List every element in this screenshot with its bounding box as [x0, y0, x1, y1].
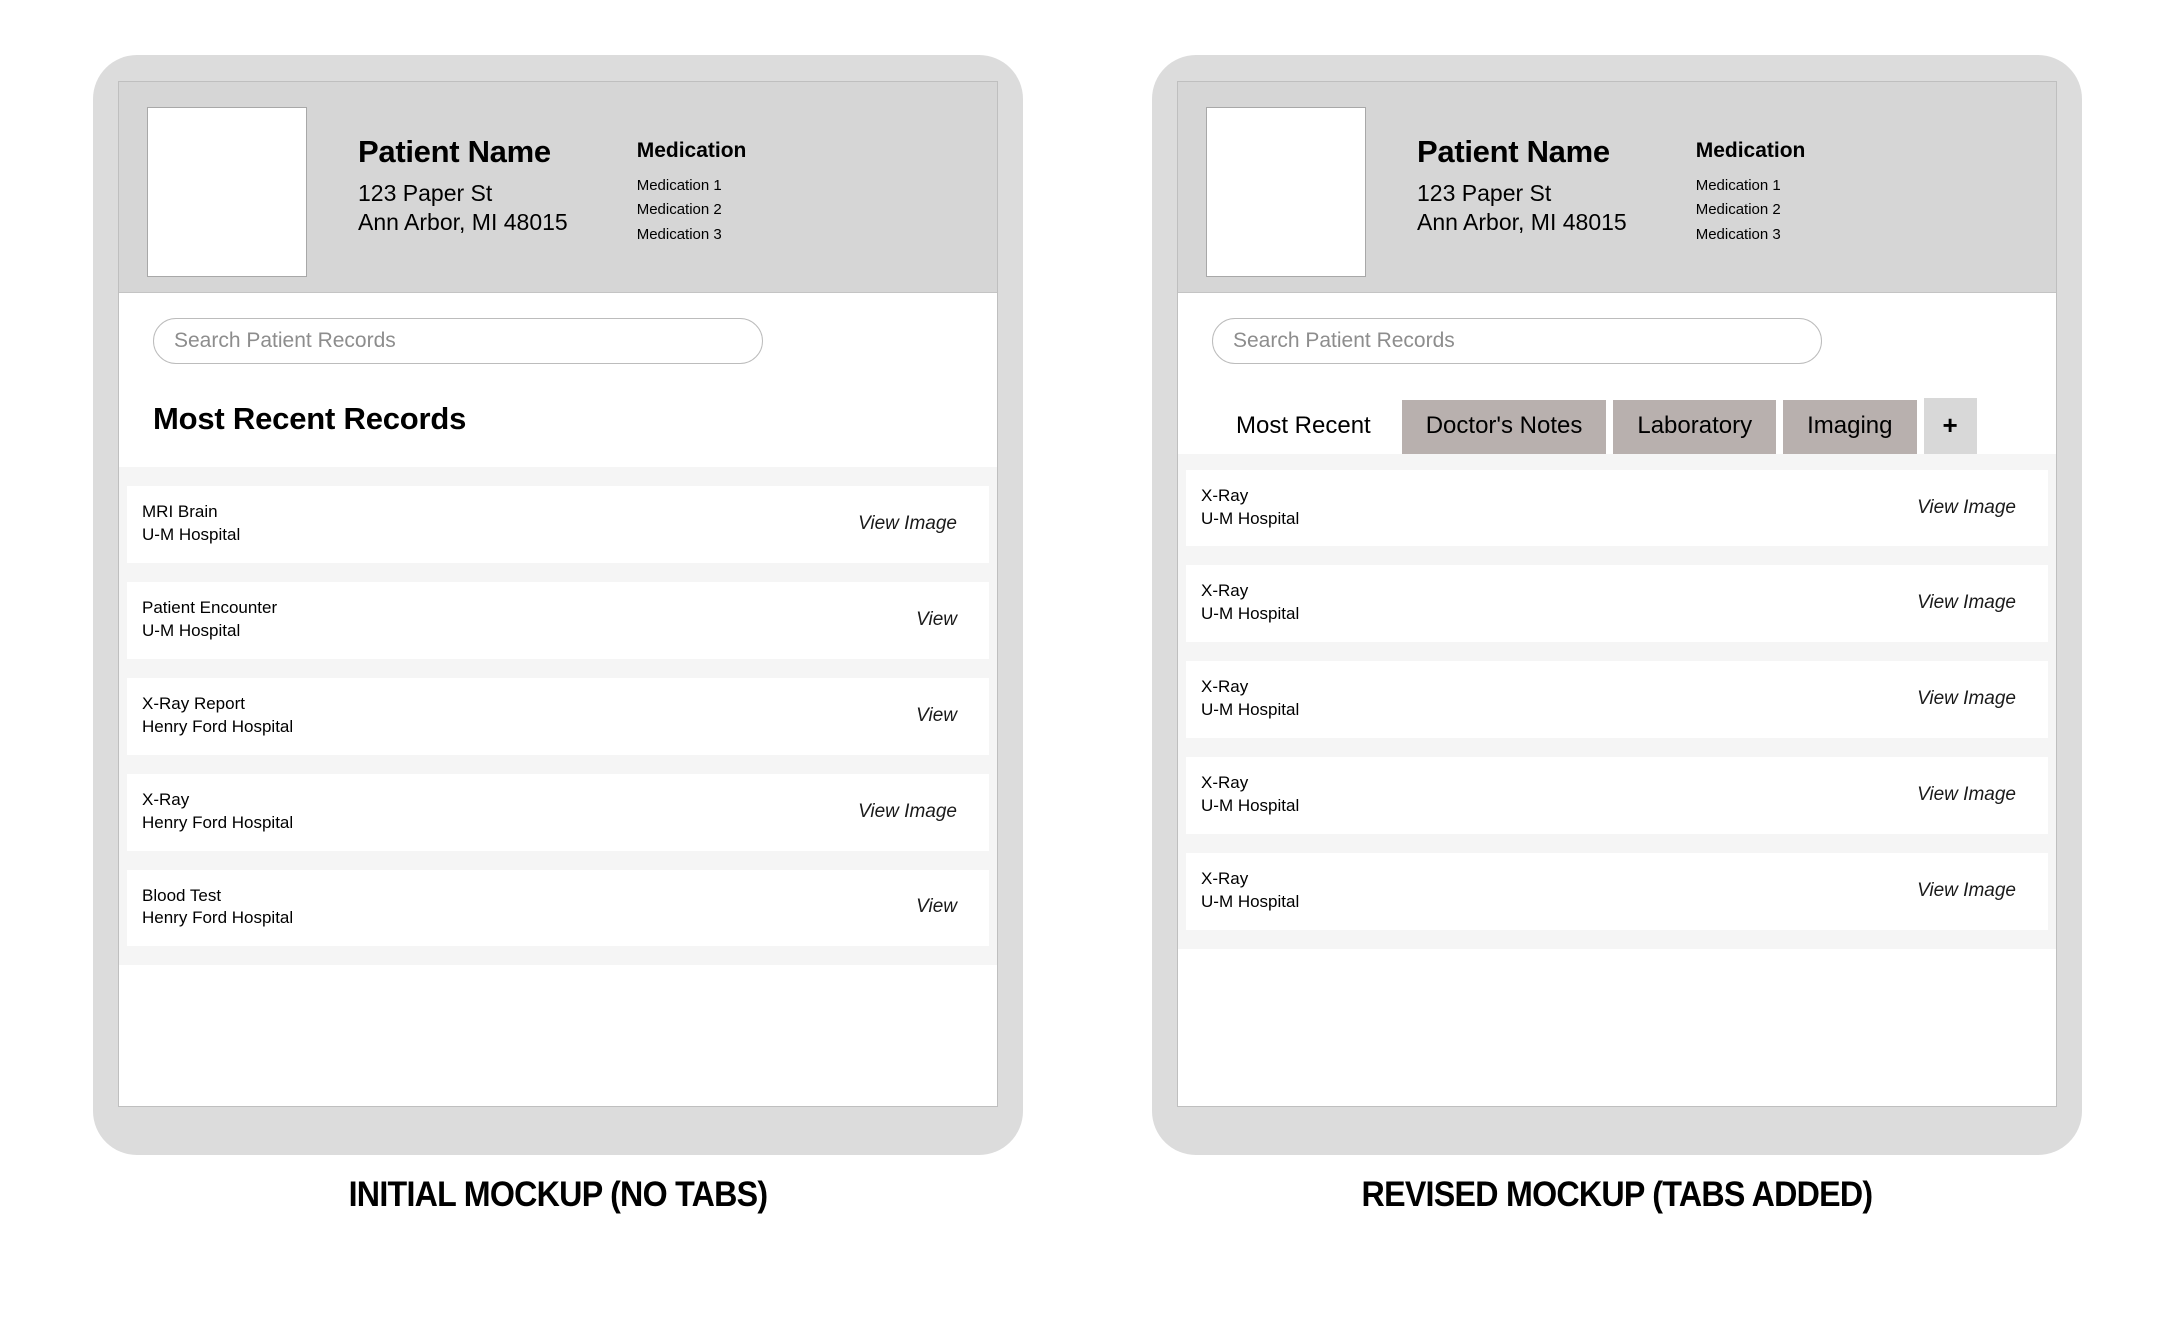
tablet-mockup-initial: Patient Name 123 Paper St Ann Arbor, MI …: [93, 55, 1023, 1155]
tablet-screen: Patient Name 123 Paper St Ann Arbor, MI …: [118, 81, 998, 1107]
record-row[interactable]: MRI Brain U-M Hospital View Image: [127, 486, 989, 563]
tab-doctors-notes[interactable]: Doctor's Notes: [1401, 400, 1607, 454]
record-action-link[interactable]: View Image: [858, 513, 961, 535]
patient-address-line1: 123 Paper St: [1417, 179, 1552, 206]
record-title: X-Ray: [1201, 485, 1249, 505]
record-list: MRI Brain U-M Hospital View Image Patien…: [119, 467, 997, 966]
patient-identity: Patient Name 123 Paper St Ann Arbor, MI …: [358, 107, 568, 238]
patient-address-line1: 123 Paper St: [358, 179, 493, 206]
record-action-link[interactable]: View: [916, 705, 961, 727]
record-row[interactable]: X-Ray U-M Hospital View Image: [1186, 853, 2048, 930]
medication-panel: Medication Medication 1 Medication 2 Med…: [1696, 107, 1806, 247]
medication-title: Medication: [1695, 139, 1806, 162]
medication-item: Medication 1: [1695, 177, 1781, 194]
record-action-link[interactable]: View Image: [1917, 688, 2020, 710]
tab-laboratory[interactable]: Laboratory: [1613, 400, 1777, 454]
patient-name: Patient Name: [1417, 134, 1610, 169]
medication-item: Medication 2: [1695, 201, 1781, 219]
patient-address-line2: Ann Arbor, MI 48015: [358, 209, 568, 236]
record-title: X-Ray: [1201, 677, 1249, 697]
medication-item: Medication 1: [636, 177, 722, 194]
record-action-link[interactable]: View: [916, 896, 961, 918]
record-row[interactable]: Patient Encounter U-M Hospital View: [127, 581, 989, 659]
medication-item: Medication 3: [1695, 225, 1781, 243]
record-title: X-Ray Report: [142, 693, 245, 713]
patient-photo-placeholder: [1206, 107, 1366, 277]
record-title: MRI Brain: [142, 502, 218, 521]
tab-imaging[interactable]: Imaging: [1783, 400, 1917, 454]
record-action-link[interactable]: View Image: [1917, 497, 2020, 519]
record-row[interactable]: X-Ray U-M Hospital View Image: [1186, 565, 2048, 643]
medication-item: Medication 3: [636, 225, 722, 243]
record-action-link[interactable]: View Image: [1917, 880, 2020, 902]
record-source: Henry Ford Hospital: [142, 716, 294, 736]
search-bar-container: [1178, 293, 2056, 364]
patient-header: Patient Name 123 Paper St Ann Arbor, MI …: [119, 82, 997, 293]
caption-initial-mockup: INITIAL MOCKUP (NO TABS): [348, 1175, 769, 1214]
record-title: Patient Encounter: [142, 597, 278, 617]
screen-body: Most Recent Doctor's Notes Laboratory Im…: [1178, 293, 2056, 949]
search-input[interactable]: [153, 318, 763, 364]
search-bar-container: [119, 293, 997, 364]
add-tab-button[interactable]: +: [1923, 398, 1977, 454]
medication-title: Medication: [636, 139, 747, 162]
record-title: X-Ray: [1201, 581, 1249, 601]
screen-body: Most Recent Records MRI Brain U-M Hospit…: [119, 293, 997, 966]
record-source: Henry Ford Hospital: [142, 812, 294, 832]
tab-most-recent[interactable]: Most Recent: [1212, 400, 1395, 454]
tablet-screen: Patient Name 123 Paper St Ann Arbor, MI …: [1177, 81, 2057, 1107]
record-list: X-Ray U-M Hospital View Image X-Ray U-M …: [1178, 453, 2056, 949]
record-source: U-M Hospital: [1201, 796, 1300, 816]
record-row[interactable]: X-Ray U-M Hospital View Image: [1186, 757, 2048, 835]
patient-address-line2: Ann Arbor, MI 48015: [1417, 209, 1627, 236]
caption-revised-mockup: REVISED MOCKUP (TABS ADDED): [1361, 1175, 1874, 1214]
record-title: X-Ray: [142, 789, 190, 809]
record-source: U-M Hospital: [1201, 604, 1300, 624]
record-source: U-M Hospital: [142, 524, 241, 544]
tablet-mockup-revised: Patient Name 123 Paper St Ann Arbor, MI …: [1152, 55, 2082, 1155]
record-row[interactable]: X-Ray Henry Ford Hospital View Image: [127, 773, 989, 851]
section-title-most-recent-records: Most Recent Records: [153, 401, 467, 436]
patient-photo-placeholder: [147, 107, 307, 277]
record-title: X-Ray: [1201, 773, 1249, 793]
record-source: U-M Hospital: [1201, 892, 1300, 912]
record-title: X-Ray: [1201, 869, 1249, 889]
patient-identity: Patient Name 123 Paper St Ann Arbor, MI …: [1417, 107, 1627, 238]
patient-name: Patient Name: [358, 134, 551, 169]
search-input[interactable]: [1212, 318, 1822, 364]
record-source: U-M Hospital: [1201, 700, 1300, 720]
record-row[interactable]: X-Ray U-M Hospital View Image: [1186, 661, 2048, 739]
medication-item: Medication 2: [636, 201, 722, 219]
record-row[interactable]: Blood Test Henry Ford Hospital View: [127, 869, 989, 947]
record-action-link[interactable]: View Image: [858, 801, 961, 823]
patient-header: Patient Name 123 Paper St Ann Arbor, MI …: [1178, 82, 2056, 293]
mockup-comparison-canvas: Patient Name 123 Paper St Ann Arbor, MI …: [0, 0, 2160, 1328]
record-action-link[interactable]: View Image: [1917, 592, 2020, 614]
medication-panel: Medication Medication 1 Medication 2 Med…: [637, 107, 747, 247]
record-row[interactable]: X-Ray U-M Hospital View Image: [1186, 469, 2048, 547]
record-row[interactable]: X-Ray Report Henry Ford Hospital View: [127, 677, 989, 755]
record-source: U-M Hospital: [1201, 508, 1300, 528]
record-source: Henry Ford Hospital: [142, 908, 294, 928]
record-source: U-M Hospital: [142, 620, 241, 640]
record-category-tabbar: Most Recent Doctor's Notes Laboratory Im…: [1178, 364, 2056, 454]
record-action-link[interactable]: View: [916, 609, 961, 631]
record-action-link[interactable]: View Image: [1917, 784, 2020, 806]
record-title: Blood Test: [142, 885, 222, 905]
